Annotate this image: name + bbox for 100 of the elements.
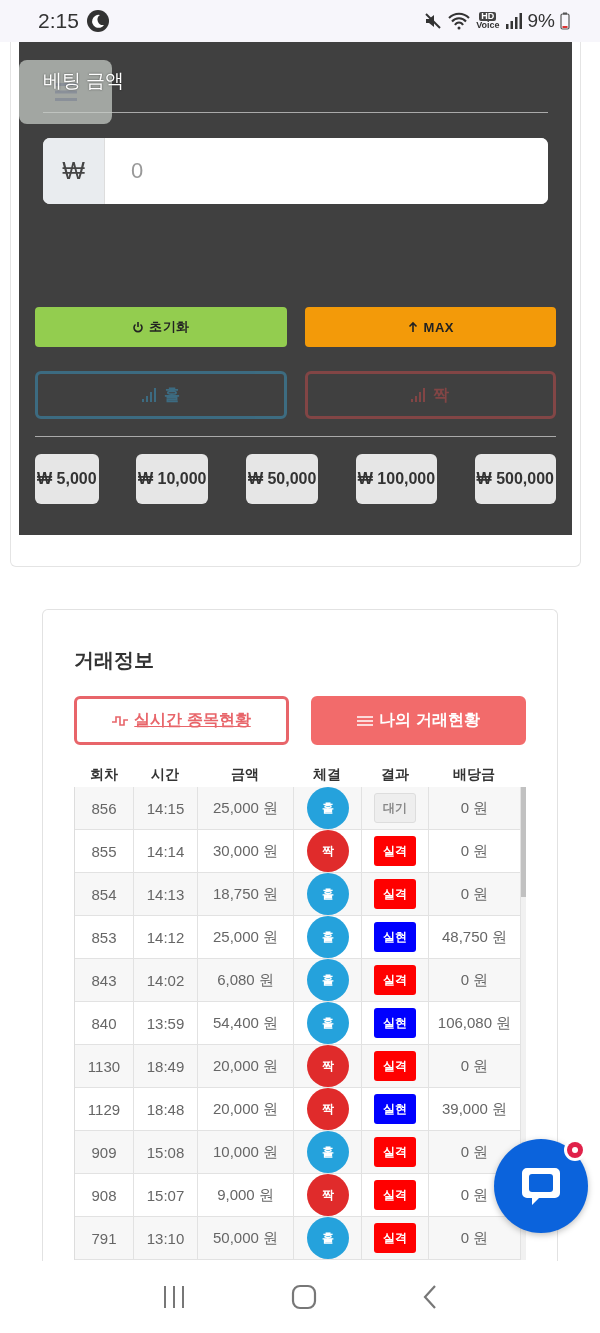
table-cell: 0 원 [460,1228,489,1248]
result-badge: 실현 [374,1094,416,1124]
side-badge: 홀 [306,1131,349,1173]
table-cell: 0 원 [460,841,489,861]
table-cell: 14:15 [146,799,185,817]
result-badge: 실격 [374,1180,416,1210]
table-cell: 50,000 원 [212,1228,278,1248]
table-cell: 6,080 원 [217,970,274,990]
result-badge: 실격 [374,879,416,909]
scrollbar-thumb[interactable] [521,787,526,897]
table-cell: 9,000 원 [217,1185,274,1205]
moon-icon [86,10,109,32]
side-badge: 홀 [306,873,349,915]
side-badge: 짝 [306,830,349,872]
table-cell: 854 [91,885,117,903]
amount-chip[interactable]: ₩ 500,000 [474,454,556,504]
recent-apps-icon[interactable] [162,1285,187,1309]
table-cell: 909 [91,1143,117,1161]
table-cell: 18:48 [146,1100,185,1118]
reset-button[interactable]: 초기화 [35,307,287,347]
arrow-up-icon [406,321,419,333]
column-header: 금액 [230,766,260,784]
table-cell: 39,000 원 [441,1099,507,1119]
table-cell: 25,000 원 [212,798,278,818]
table-cell: 855 [91,842,117,860]
table-cell: 10,000 원 [212,1142,278,1162]
table-cell: 853 [91,928,117,946]
signal-bars-icon [411,388,428,402]
lines-icon [357,714,374,727]
max-button[interactable]: MAX [304,307,556,347]
side-badge: 짝 [306,1174,349,1216]
amount-field[interactable]: ₩ 0 [43,138,548,204]
amount-chip[interactable]: ₩ 50,000 [245,454,319,504]
voice-label: Voice [476,21,500,30]
table-cell: 0 원 [460,1056,489,1076]
mute-icon [424,12,443,30]
table-cell: 18:49 [146,1057,185,1075]
result-badge: 실격 [374,1223,416,1253]
hd-badge: HD [479,12,497,21]
side-badge: 홀 [306,787,349,829]
table-cell: 13:59 [146,1014,185,1032]
clock-time: 2:15 [38,9,79,33]
result-badge: 대기 [374,793,416,823]
table-cell: 54,400 원 [212,1013,278,1033]
table-cell: 18,750 원 [212,884,278,904]
table-cell: 0 원 [460,884,489,904]
table-cell: 840 [91,1014,117,1032]
side-badge: 홀 [306,959,349,1001]
table-cell: 0 원 [460,798,489,818]
amount-chip[interactable]: ₩ 100,000 [355,454,438,504]
battery-icon [560,12,570,30]
signal-icon [504,13,523,29]
table-cell: 1129 [87,1100,121,1118]
amount-chip[interactable]: ₩ 10,000 [136,454,209,504]
table-cell: 791 [91,1229,117,1247]
battery-percent: 9% [527,10,555,32]
table-cell: 908 [91,1186,117,1204]
signal-bars-icon [141,388,158,402]
result-badge: 실격 [374,965,416,995]
table-cell: 30,000 원 [212,841,278,861]
result-badge: 실격 [374,1051,416,1081]
section-title: 거래정보 [74,648,155,671]
amount-chip[interactable]: ₩ 5,000 [35,454,99,504]
side-badge: 홀 [306,1217,349,1259]
table-cell: 15:08 [146,1143,185,1161]
table-cell: 0 원 [460,1185,489,1205]
table-cell: 1130 [87,1057,121,1075]
currency-symbol: ₩ [43,138,105,204]
table-cell: 0 원 [460,970,489,990]
result-badge: 실현 [374,1008,416,1038]
column-header: 시간 [150,766,180,784]
side-badge: 짝 [306,1045,349,1087]
table-cell: 20,000 원 [212,1099,278,1119]
result-badge: 실격 [374,1137,416,1167]
pulse-icon [112,714,129,727]
wifi-icon [447,12,472,30]
table-cell: 856 [91,799,117,817]
result-badge: 실현 [374,922,416,952]
table-cell: 14:02 [146,971,185,989]
table-cell: 14:14 [146,842,185,860]
side-badge: 홀 [306,1002,349,1044]
back-icon[interactable] [421,1284,438,1310]
table-cell: 14:12 [146,928,185,946]
table-cell: 106,080 원 [437,1013,512,1033]
home-icon[interactable] [291,1284,317,1310]
table-cell: 15:07 [146,1186,185,1204]
column-header: 회차 [88,766,119,784]
table-cell: 25,000 원 [212,927,278,947]
table-cell: 0 원 [460,1142,489,1162]
column-header: 배당금 [452,766,496,784]
column-header: 결과 [379,766,410,784]
table-cell: 843 [91,971,117,989]
result-badge: 실격 [374,836,416,866]
table-cell: 48,750 원 [441,927,507,947]
table-cell: 13:10 [146,1229,185,1247]
side-badge: 홀 [306,916,349,958]
side-badge: 짝 [306,1088,349,1130]
table-cell: 14:13 [146,885,185,903]
power-icon [132,321,144,333]
column-header: 체결 [312,766,342,784]
